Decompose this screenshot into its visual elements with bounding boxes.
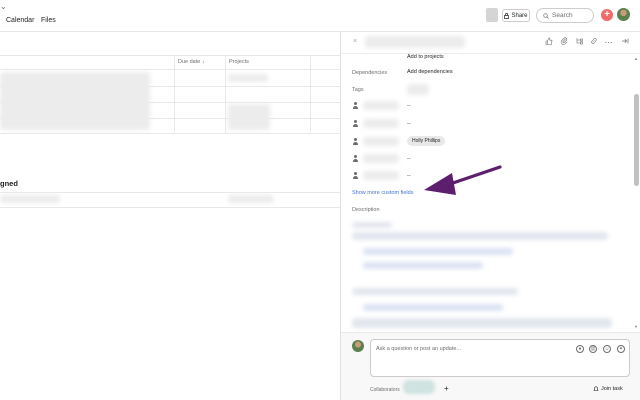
like-icon[interactable] (543, 37, 554, 48)
create-button[interactable]: + (601, 9, 613, 21)
row-divider (0, 69, 340, 70)
attachment-icon[interactable] (558, 37, 569, 48)
tags-label: Tags (352, 87, 364, 93)
top-bar: ⌄ Calendar Files Share Search + (0, 0, 640, 32)
task-title[interactable] (365, 36, 465, 48)
mention-icon[interactable]: @ (589, 345, 597, 353)
description-label: Description (352, 207, 380, 213)
more-icon[interactable]: ⋯ (603, 37, 614, 48)
column-divider (310, 55, 311, 133)
table-row[interactable] (0, 72, 150, 130)
person-icon (352, 138, 358, 145)
custom-field-value[interactable]: -- (407, 103, 411, 109)
custom-field-name (363, 101, 399, 110)
project-pill[interactable] (228, 195, 274, 203)
custom-field-value[interactable]: -- (407, 173, 411, 179)
column-divider (174, 55, 175, 133)
share-button[interactable]: Share (502, 9, 530, 22)
person-icon (352, 172, 358, 179)
description-text[interactable] (352, 318, 612, 328)
custom-field-value[interactable]: -- (407, 121, 411, 127)
collaborator-avatars[interactable] (403, 380, 435, 394)
description-text[interactable] (363, 304, 503, 311)
column-header-projects[interactable]: Projects (229, 56, 249, 68)
task-list: Due date ↓ Projects gned (0, 32, 340, 400)
link-icon[interactable] (588, 37, 599, 48)
person-icon (352, 102, 358, 109)
row-divider (0, 192, 340, 193)
custom-field-name (363, 171, 399, 180)
collaborators-label: Collaborators (370, 387, 400, 393)
scroll-up-icon[interactable]: ▲ (634, 56, 638, 61)
search-icon (543, 12, 549, 19)
show-more-fields-link[interactable]: Show more custom fields (352, 190, 413, 196)
search-placeholder: Search (552, 12, 573, 19)
table-row[interactable] (0, 195, 60, 203)
description-text[interactable] (352, 288, 518, 295)
description-text[interactable] (352, 232, 608, 240)
row-divider (0, 207, 340, 208)
user-avatar (352, 340, 364, 352)
user-avatar[interactable] (617, 8, 630, 21)
comment-placeholder: Ask a question or post an update... (376, 346, 462, 352)
join-task-label: Join task (601, 386, 623, 392)
custom-field-name (363, 137, 399, 146)
scroll-down-icon[interactable]: ▼ (634, 324, 638, 329)
custom-field-name (363, 154, 399, 163)
bell-icon (593, 386, 599, 391)
row-divider (0, 133, 340, 134)
close-icon[interactable]: × (353, 38, 357, 45)
column-header-due-date[interactable]: Due date ↓ (178, 56, 205, 68)
custom-field-name (363, 119, 399, 128)
section-title[interactable]: gned (0, 179, 18, 188)
record-icon[interactable]: ● (576, 345, 584, 353)
lock-icon (504, 12, 510, 19)
join-task-button[interactable]: Join task (593, 386, 623, 392)
description-text[interactable] (352, 222, 392, 228)
annotation-arrow-icon (424, 165, 502, 195)
tab-files[interactable]: Files (41, 17, 56, 24)
list-header-border (0, 55, 340, 56)
tag-chip[interactable] (407, 84, 429, 95)
description-text[interactable] (363, 262, 483, 269)
column-divider (225, 55, 226, 133)
project-pill[interactable] (228, 104, 270, 130)
subtask-icon[interactable] (573, 37, 584, 48)
panel-toolbar: × ⋯ (341, 32, 640, 54)
task-detail-panel: × ⋯ ▲ Add to projects Dependencies Add d… (340, 32, 640, 400)
description-text[interactable] (363, 248, 513, 255)
comment-area: Ask a question or post an update... ● @ … (341, 332, 640, 400)
person-icon (352, 120, 358, 127)
app-window: ⌄ Calendar Files Share Search + Due date… (0, 0, 640, 400)
chevron-down-icon[interactable]: ⌄ (0, 2, 7, 11)
share-label: Share (511, 12, 528, 19)
person-chip[interactable]: Holly Phillips (407, 136, 446, 146)
project-pill[interactable] (228, 74, 268, 82)
person-icon (352, 155, 358, 162)
add-collaborator-button[interactable]: + (444, 384, 449, 393)
search-input[interactable]: Search (536, 8, 594, 23)
close-panel-icon[interactable] (619, 37, 630, 48)
add-to-projects-link[interactable]: Add to projects (407, 54, 444, 60)
custom-field-value[interactable]: -- (407, 156, 411, 162)
emoji-icon[interactable]: ☺ (603, 345, 611, 353)
add-dependencies-link[interactable]: Add dependencies (407, 69, 453, 75)
star-icon[interactable]: ✦ (617, 345, 625, 353)
member-avatar[interactable] (486, 8, 498, 22)
dependencies-label: Dependencies (352, 70, 388, 76)
scrollbar-thumb[interactable] (634, 94, 639, 186)
tab-calendar[interactable]: Calendar (6, 17, 34, 24)
comment-input[interactable]: Ask a question or post an update... ● @ … (370, 339, 630, 377)
